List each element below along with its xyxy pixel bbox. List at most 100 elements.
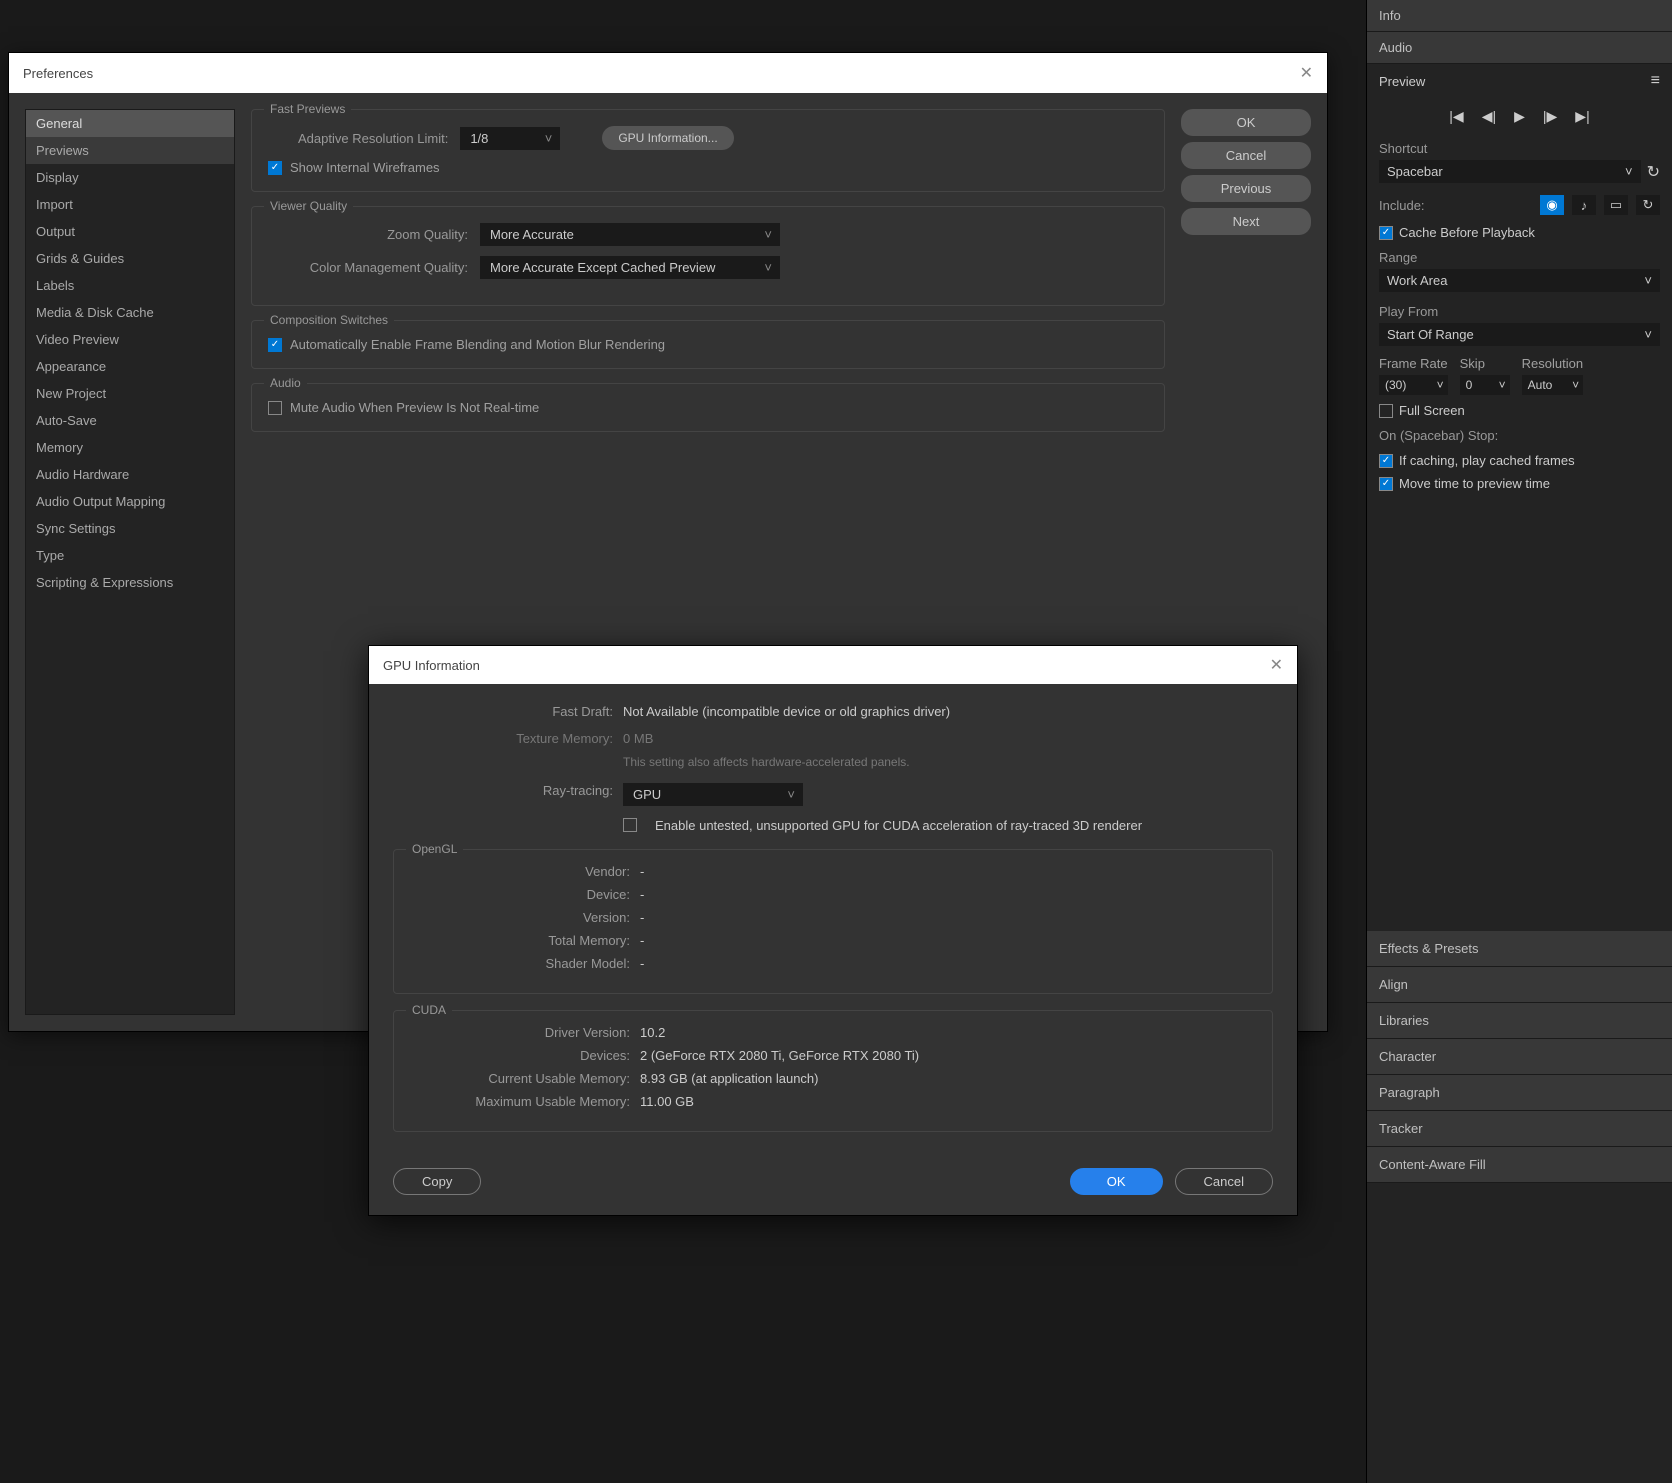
contentaware-panel[interactable]: Content-Aware Fill xyxy=(1367,1147,1672,1183)
cuda-current-value: 8.93 GB (at application launch) xyxy=(640,1071,1256,1086)
next-frame-icon[interactable]: |▶ xyxy=(1543,108,1557,125)
sidebar-item-type[interactable]: Type xyxy=(26,542,234,569)
texmem-label: Texture Memory: xyxy=(393,731,613,746)
sidebar-item-display[interactable]: Display xyxy=(26,164,234,191)
close-icon[interactable]: ✕ xyxy=(1300,63,1313,83)
preferences-title: Preferences xyxy=(23,66,93,81)
shortcut-section: Shortcut Spacebar ↻ xyxy=(1367,135,1672,189)
audio-tab[interactable]: Audio xyxy=(1367,32,1672,64)
fullscreen-row[interactable]: Full Screen xyxy=(1367,399,1672,422)
tracker-panel[interactable]: Tracker xyxy=(1367,1111,1672,1147)
ifcaching-row[interactable]: ✓ If caching, play cached frames xyxy=(1367,449,1672,472)
sidebar-item-audiohw[interactable]: Audio Hardware xyxy=(26,461,234,488)
character-panel[interactable]: Character xyxy=(1367,1039,1672,1075)
shortcut-label: Shortcut xyxy=(1379,141,1660,156)
copy-button[interactable]: Copy xyxy=(393,1168,481,1195)
playfrom-section: Play From Start Of Range xyxy=(1367,298,1672,352)
gl-device-value: - xyxy=(640,887,1256,902)
movetime-checkbox[interactable]: ✓ xyxy=(1379,477,1393,491)
frame-row: Frame Rate (30) Skip 0 Resolution Auto xyxy=(1367,352,1672,399)
playfrom-label: Play From xyxy=(1379,304,1660,319)
refresh-icon[interactable]: ↻ xyxy=(1647,162,1660,182)
ok-button[interactable]: OK xyxy=(1181,109,1311,136)
range-dropdown[interactable]: Work Area xyxy=(1379,269,1660,292)
first-frame-icon[interactable]: |◀ xyxy=(1449,108,1463,125)
hamburger-icon[interactable]: ≡ xyxy=(1651,72,1660,90)
mute-label: Mute Audio When Preview Is Not Real-time xyxy=(290,400,539,415)
cuda-devices-label: Devices: xyxy=(410,1048,630,1063)
previous-button[interactable]: Previous xyxy=(1181,175,1311,202)
raytracing-label: Ray-tracing: xyxy=(393,783,613,806)
libraries-panel[interactable]: Libraries xyxy=(1367,1003,1672,1039)
wireframes-checkbox[interactable]: ✓ xyxy=(268,161,282,175)
sidebar-item-labels[interactable]: Labels xyxy=(26,272,234,299)
sidebar-item-video[interactable]: Video Preview xyxy=(26,326,234,353)
preview-tab-label[interactable]: Preview xyxy=(1379,74,1425,89)
include-video-icon[interactable]: ◉ xyxy=(1540,195,1564,215)
gpu-ok-button[interactable]: OK xyxy=(1070,1168,1163,1195)
adaptive-dropdown[interactable]: 1/8 xyxy=(460,127,560,150)
gpu-close-icon[interactable]: ✕ xyxy=(1270,655,1283,675)
include-overlay-icon[interactable]: ▭ xyxy=(1604,195,1628,215)
cuda-fieldset: CUDA Driver Version:10.2 Devices:2 (GeFo… xyxy=(393,1010,1273,1132)
shortcut-dropdown[interactable]: Spacebar xyxy=(1379,160,1641,183)
zoom-dropdown[interactable]: More Accurate xyxy=(480,223,780,246)
align-panel[interactable]: Align xyxy=(1367,967,1672,1003)
sidebar-item-import[interactable]: Import xyxy=(26,191,234,218)
sidebar-item-general[interactable]: General xyxy=(26,110,234,137)
skip-label: Skip xyxy=(1460,356,1510,371)
sidebar-item-memory[interactable]: Memory xyxy=(26,434,234,461)
play-icon[interactable]: ▶ xyxy=(1514,108,1525,125)
sidebar-item-newproject[interactable]: New Project xyxy=(26,380,234,407)
cuda-current-label: Current Usable Memory: xyxy=(410,1071,630,1086)
range-section: Range Work Area xyxy=(1367,244,1672,298)
gl-shader-label: Shader Model: xyxy=(410,956,630,971)
resolution-dropdown[interactable]: Auto xyxy=(1522,375,1583,395)
raytracing-dropdown[interactable]: GPU xyxy=(623,783,803,806)
effects-panel[interactable]: Effects & Presets xyxy=(1367,931,1672,967)
gpu-cancel-button[interactable]: Cancel xyxy=(1175,1168,1273,1195)
gl-device-label: Device: xyxy=(410,887,630,902)
cache-before-row[interactable]: ✓ Cache Before Playback xyxy=(1367,221,1672,244)
movetime-row[interactable]: ✓ Move time to preview time xyxy=(1367,472,1672,495)
sidebar-item-output[interactable]: Output xyxy=(26,218,234,245)
include-audio-icon[interactable]: ♪ xyxy=(1572,195,1596,215)
color-dropdown[interactable]: More Accurate Except Cached Preview xyxy=(480,256,780,279)
include-label: Include: xyxy=(1379,198,1425,213)
next-button[interactable]: Next xyxy=(1181,208,1311,235)
playfrom-dropdown[interactable]: Start Of Range xyxy=(1379,323,1660,346)
include-loop-icon[interactable]: ↻ xyxy=(1636,195,1660,215)
gl-shader-value: - xyxy=(640,956,1256,971)
ifcaching-label: If caching, play cached frames xyxy=(1399,453,1575,468)
skip-dropdown[interactable]: 0 xyxy=(1460,375,1510,395)
prev-frame-icon[interactable]: ◀| xyxy=(1482,108,1496,125)
sidebar-item-appearance[interactable]: Appearance xyxy=(26,353,234,380)
autoblend-checkbox[interactable]: ✓ xyxy=(268,338,282,352)
sidebar-item-scripting[interactable]: Scripting & Expressions xyxy=(26,569,234,596)
cancel-button[interactable]: Cancel xyxy=(1181,142,1311,169)
sidebar-item-sync[interactable]: Sync Settings xyxy=(26,515,234,542)
ifcaching-checkbox[interactable]: ✓ xyxy=(1379,454,1393,468)
opengl-legend: OpenGL xyxy=(406,842,463,856)
fullscreen-checkbox[interactable] xyxy=(1379,404,1393,418)
cache-before-checkbox[interactable]: ✓ xyxy=(1379,226,1393,240)
sidebar-item-autosave[interactable]: Auto-Save xyxy=(26,407,234,434)
gpu-info-button[interactable]: GPU Information... xyxy=(602,126,733,150)
sidebar-item-media[interactable]: Media & Disk Cache xyxy=(26,299,234,326)
fastdraft-value: Not Available (incompatible device or ol… xyxy=(623,704,1273,719)
cuda-driver-label: Driver Version: xyxy=(410,1025,630,1040)
sidebar-item-audioout[interactable]: Audio Output Mapping xyxy=(26,488,234,515)
texmem-value: 0 xyxy=(623,731,630,746)
playback-controls: |◀ ◀| ▶ |▶ ▶| xyxy=(1367,98,1672,135)
mute-checkbox[interactable] xyxy=(268,401,282,415)
last-frame-icon[interactable]: ▶| xyxy=(1575,108,1589,125)
gl-vendor-value: - xyxy=(640,864,1256,879)
sidebar-item-previews[interactable]: Previews xyxy=(26,137,234,164)
sidebar-item-grids[interactable]: Grids & Guides xyxy=(26,245,234,272)
onstop-label: On (Spacebar) Stop: xyxy=(1367,422,1672,449)
info-tab[interactable]: Info xyxy=(1367,0,1672,32)
framerate-dropdown[interactable]: (30) xyxy=(1379,375,1448,395)
untested-checkbox[interactable] xyxy=(623,818,637,832)
viewer-quality-legend: Viewer Quality xyxy=(264,199,353,213)
paragraph-panel[interactable]: Paragraph xyxy=(1367,1075,1672,1111)
